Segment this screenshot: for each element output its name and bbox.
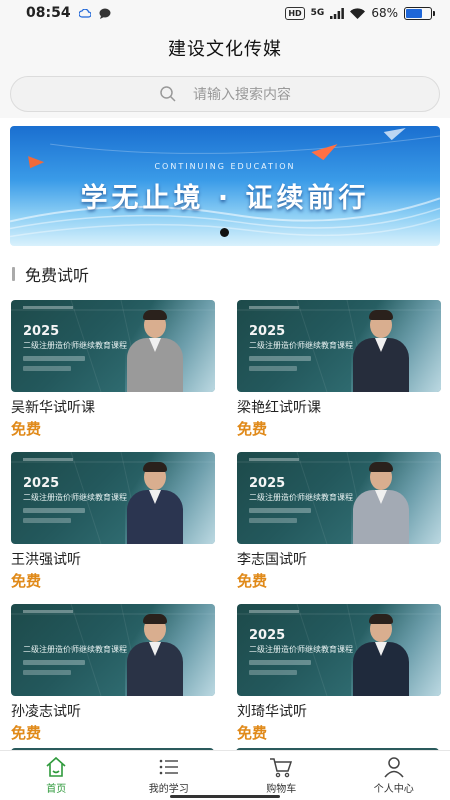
banner-subtitle: CONTINUING EDUCATION [154,162,296,171]
status-time: 08:54 [26,5,71,21]
section-title: 免费试听 [25,266,90,285]
course-card[interactable]: 2025 二级注册造价师继续教育课程李志国试听免费 [237,452,441,604]
search-input[interactable]: 请输入搜索内容 [10,76,440,112]
course-card[interactable]: 2025 二级注册造价师继续教育课程王洪强试听免费 [11,452,215,604]
tab-home[interactable]: 首页 [0,751,113,800]
battery-percent: 68% [371,6,398,20]
course-title[interactable]: 王洪强试听 [11,551,215,569]
course-title[interactable]: 梁艳红试听课 [237,399,441,417]
thumbnail-year: 2025 [249,628,286,643]
course-title[interactable]: 孙凌志试听 [11,703,215,721]
tab-cart[interactable]: 购物车 [225,751,338,800]
home-icon [46,756,66,777]
course-title[interactable]: 吴新华试听课 [11,399,215,417]
thumbnail-course-name: 二级注册造价师继续教育课程 [249,341,353,350]
tab-label-profile: 个人中心 [373,784,414,795]
thumbnail-year: 2025 [249,324,286,339]
course-card[interactable]: 2025 二级注册造价师继续教育课程梁艳红试听课 免费 [237,300,441,452]
thumbnail-course-name: 二级注册造价师继续教育课程 [23,493,127,502]
user-icon [384,757,404,778]
instructor-photo [353,614,409,696]
bottom-tab-bar: 首页 我的学习 购物车 个人中心 [0,750,450,800]
instructor-photo [127,310,183,392]
cart-icon [270,758,293,778]
thumbnail-course-name: 二级注册造价师继续教育课程 [23,645,127,654]
course-card[interactable]: 二级注册造价师继续教育课程孙凌志试听免费 [11,604,215,756]
tab-label-cart: 购物车 [266,784,297,795]
course-price: 免费 [237,724,268,742]
course-thumbnail[interactable]: 2025 二级注册造价师继续教育课程 [237,452,441,544]
app-header: 建设文化传媒 [0,26,450,70]
tab-profile[interactable]: 个人中心 [338,751,450,800]
tab-label-home: 首页 [46,784,67,795]
course-price: 免费 [237,572,268,590]
instructor-photo [127,462,183,544]
network-label: 5G [310,8,325,18]
home-indicator [170,795,280,798]
course-price: 免费 [11,724,42,742]
tab-label-my-learning: 我的学习 [148,784,189,795]
banner-headline: 学无止境 · 证续前行 [80,183,370,214]
search-bar: 请输入搜索内容 [0,70,450,118]
course-title[interactable]: 刘琦华试听 [237,703,441,721]
course-price: 免费 [11,420,42,438]
course-card[interactable]: 2025 二级注册造价师继续教育课程刘琦华试听免费 [237,604,441,756]
tab-my-learning[interactable]: 我的学习 [113,751,226,800]
course-price: 免费 [237,420,268,438]
wifi-icon [350,7,366,19]
carousel-indicator[interactable] [220,228,229,237]
list-icon [159,759,178,775]
section-header: 免费试听 [0,264,450,285]
thumbnail-year: 2025 [249,476,286,491]
signal-icon [330,7,345,19]
instructor-photo [353,310,409,392]
course-grid: 2025 二级注册造价师继续教育课程 吴新华试听课 免费 2025 二级注册造价师继续教育… [0,300,450,756]
page-title: 建设文化传媒 [168,39,282,60]
banner-carousel[interactable]: CONTINUING EDUCATION 学无止境 · 证续前行 [10,126,440,246]
thumbnail-course-name: 二级注册造价师继续教育课程 [23,341,127,350]
cloud-icon [78,8,91,18]
course-card[interactable]: 2025 二级注册造价师继续教育课程吴新华试听课 免费 [11,300,215,452]
section-marker [12,267,15,281]
search-placeholder: 请输入搜索内容 [193,87,291,103]
message-icon [99,8,111,19]
course-price: 免费 [11,572,42,590]
instructor-photo [127,614,183,696]
battery-icon [404,6,435,20]
search-icon [160,86,176,102]
status-bar: 08:54 HD 5G 68% [0,0,450,26]
course-thumbnail[interactable]: 2025 二级注册造价师继续教育课程 [11,452,215,544]
course-title[interactable]: 李志国试听 [237,551,441,569]
course-thumbnail[interactable]: 2025 二级注册造价师继续教育课程 [11,300,215,392]
course-thumbnail[interactable]: 二级注册造价师继续教育课程 [11,604,215,696]
thumbnail-year: 2025 [23,476,60,491]
hd-badge: HD [285,6,305,20]
thumbnail-course-name: 二级注册造价师继续教育课程 [249,645,353,654]
instructor-photo [353,462,409,544]
thumbnail-year: 2025 [23,324,60,339]
thumbnail-course-name: 二级注册造价师继续教育课程 [249,493,353,502]
course-thumbnail[interactable]: 2025 二级注册造价师继续教育课程 [237,604,441,696]
course-thumbnail[interactable]: 2025 二级注册造价师继续教育课程 [237,300,441,392]
